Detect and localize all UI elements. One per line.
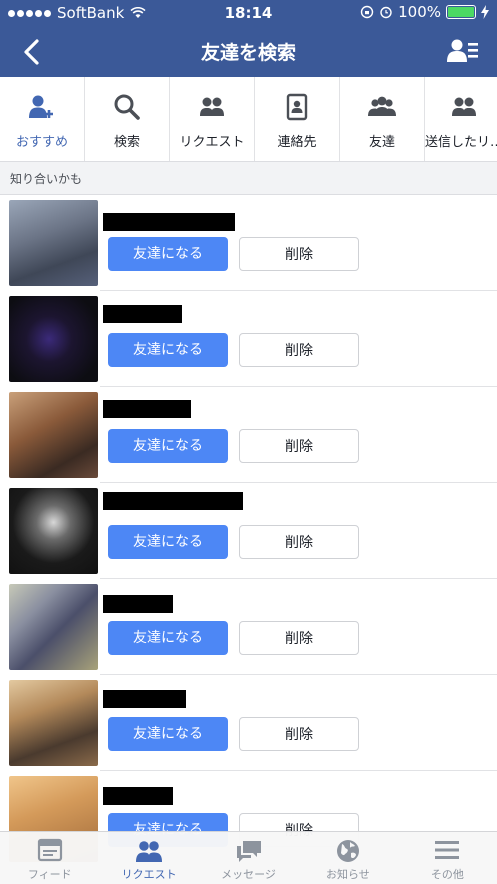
bottom-tab-notifications[interactable]: お知らせ (298, 832, 397, 884)
friend-list-icon[interactable] (447, 38, 479, 64)
redacted-name (103, 690, 186, 708)
tab-bar: おすすめ 検索 リクエスト 連絡先 友達 送信したリ… (0, 77, 497, 162)
avatar[interactable] (9, 488, 98, 574)
add-friend-button[interactable]: 友達になる (108, 237, 228, 271)
tab-sent-requests[interactable]: 送信したリ… (425, 77, 497, 161)
bottom-tab-label: その他 (430, 868, 464, 881)
rotation-lock-icon (360, 5, 374, 19)
section-header: 知り合いかも (0, 162, 497, 195)
add-friend-icon (29, 95, 53, 118)
delete-button[interactable]: 削除 (239, 429, 359, 463)
bottom-tab-feed[interactable]: フィード (0, 832, 99, 884)
delete-button[interactable]: 削除 (239, 333, 359, 367)
list-item: 友達になる 削除 (0, 195, 497, 291)
bottom-tab-requests[interactable]: リクエスト (99, 832, 198, 884)
bottom-tab-label: お知らせ (326, 868, 370, 881)
redacted-name (103, 400, 191, 418)
tab-search[interactable]: 検索 (85, 77, 170, 161)
redacted-name (103, 492, 243, 510)
bottom-tab-label: フィード (27, 868, 72, 881)
group-icon (368, 96, 396, 116)
alarm-icon (380, 6, 392, 19)
redacted-name (103, 213, 235, 231)
bottom-tab-messages[interactable]: メッセージ (199, 832, 298, 884)
friends-icon (136, 841, 163, 862)
add-friend-button[interactable]: 友達になる (108, 621, 228, 655)
add-friend-button[interactable]: 友達になる (108, 525, 228, 559)
page-title: 友達を検索 (200, 42, 296, 64)
tab-label: 友達 (368, 135, 395, 150)
delete-button[interactable]: 削除 (239, 525, 359, 559)
menu-icon (435, 841, 460, 859)
add-friend-button[interactable]: 友達になる (108, 333, 228, 367)
tab-label: 送信したリ… (425, 135, 497, 150)
battery-icon (446, 5, 476, 19)
tab-label: 連絡先 (277, 135, 317, 150)
add-friend-button[interactable]: 友達になる (108, 429, 228, 463)
list-item: 友達になる 削除 (0, 579, 497, 675)
tab-label: リクエスト (179, 135, 245, 150)
friends-icon (451, 97, 476, 116)
navigation-bar: 友達を検索 (0, 26, 497, 77)
list-item: 友達になる 削除 (0, 483, 497, 579)
bottom-tab-label: メッセージ (221, 868, 276, 881)
redacted-name (103, 787, 173, 805)
delete-button[interactable]: 削除 (239, 717, 359, 751)
avatar[interactable] (9, 680, 98, 766)
contacts-icon (286, 93, 308, 121)
tab-recommended[interactable]: おすすめ (0, 77, 85, 161)
tab-label: おすすめ (15, 135, 68, 150)
messages-icon (236, 841, 261, 862)
avatar[interactable] (9, 200, 98, 286)
tab-friends[interactable]: 友達 (340, 77, 425, 161)
bottom-tab-label: リクエスト (121, 868, 177, 881)
bottom-tab-bar: フィード リクエスト メッセージ お知らせ その他 (0, 831, 497, 884)
tab-label: 検索 (113, 135, 140, 150)
status-bar: SoftBank 18:14 100% (0, 0, 497, 26)
list-item: 友達になる 削除 (0, 387, 497, 483)
delete-button[interactable]: 削除 (239, 621, 359, 655)
tab-contacts[interactable]: 連絡先 (255, 77, 340, 161)
section-title: 知り合いかも (10, 172, 83, 186)
redacted-name (103, 595, 173, 613)
avatar[interactable] (9, 392, 98, 478)
friends-icon (200, 97, 224, 116)
search-icon (114, 94, 140, 120)
tab-requests[interactable]: リクエスト (170, 77, 255, 161)
avatar[interactable] (9, 296, 98, 382)
redacted-name (103, 305, 182, 323)
battery-percent: 100% (398, 3, 441, 21)
delete-button[interactable]: 削除 (239, 237, 359, 271)
globe-icon (336, 840, 359, 862)
bottom-tab-more[interactable]: その他 (398, 832, 497, 884)
avatar[interactable] (9, 584, 98, 670)
list-item: 友達になる 削除 (0, 291, 497, 387)
list-item: 友達になる 削除 (0, 675, 497, 771)
feed-icon (37, 838, 62, 862)
add-friend-button[interactable]: 友達になる (108, 717, 228, 751)
charging-icon (481, 5, 489, 19)
